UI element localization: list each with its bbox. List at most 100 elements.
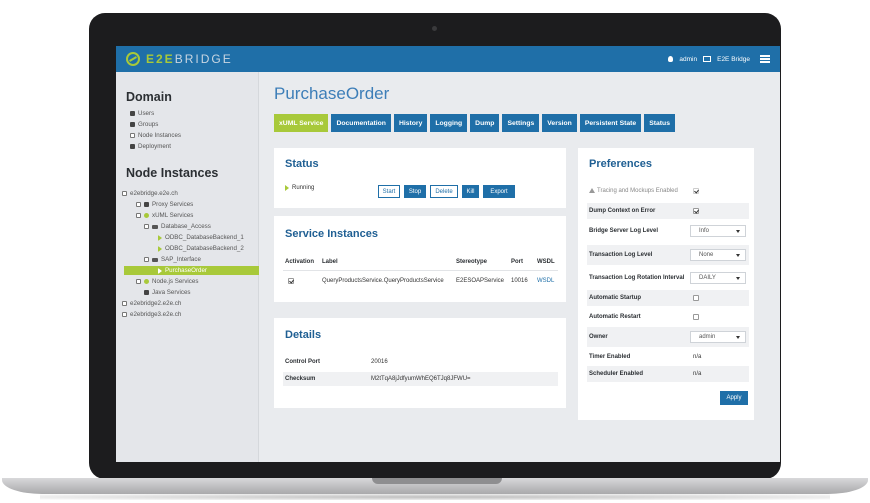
tab-history[interactable]: History	[393, 114, 428, 132]
tree-node-odbc-2[interactable]: ODBC_DatabaseBackend_2	[158, 245, 244, 252]
apply-button[interactable]: Apply	[720, 391, 748, 405]
hamburger-menu-icon[interactable]	[760, 55, 770, 63]
control-port-value: 20016	[371, 359, 388, 365]
dump-context-checkbox[interactable]	[693, 208, 699, 214]
tab-status[interactable]: Status	[644, 114, 675, 132]
pref-scheduler-enabled: Scheduler Enabled	[589, 371, 644, 377]
tree-node-sap-interface[interactable]: SAP_Interface	[144, 256, 201, 263]
sidebar-item-deployment[interactable]: Deployment	[130, 143, 171, 150]
sidebar-item-groups[interactable]: Groups	[130, 121, 158, 128]
sidebar-item-node-instances[interactable]: Node Instances	[130, 132, 181, 139]
tree-node-proxy[interactable]: Proxy Services	[136, 201, 193, 208]
tree-label: Proxy Services	[152, 201, 194, 208]
col-activation: Activation	[285, 259, 315, 265]
play-icon	[158, 267, 162, 274]
automatic-restart-checkbox[interactable]	[693, 314, 699, 320]
tab-persistent-state[interactable]: Persistent State	[579, 114, 642, 132]
folder-icon	[152, 257, 158, 262]
gear-icon	[144, 213, 149, 218]
camera-dot	[432, 26, 437, 31]
pref-transaction-log-level: Transaction Log Level	[589, 252, 653, 258]
select-value: DAILY	[699, 275, 716, 281]
log-rotation-select[interactable]: DAILY	[690, 272, 746, 284]
tab-version[interactable]: Version	[542, 114, 577, 132]
sidebar-item-label: Node Instances	[138, 132, 181, 139]
tab-dump[interactable]: Dump	[470, 114, 500, 132]
service-instances-panel: Service Instances Activation Label Stere…	[274, 216, 566, 302]
activation-checkbox[interactable]	[288, 278, 294, 284]
pref-automatic-restart: Automatic Restart	[589, 314, 641, 320]
delete-button[interactable]: Delete	[430, 185, 458, 198]
automatic-startup-checkbox[interactable]	[693, 295, 699, 301]
tracing-checkbox[interactable]	[693, 188, 699, 194]
scheduler-enabled-value: n/a	[693, 371, 702, 377]
details-panel: Details Control Port 20016 Checksum M2tT…	[274, 318, 566, 408]
instance-label: QueryProductsService.QueryProductsServic…	[322, 278, 444, 284]
tree-node-purchaseorder[interactable]: PurchaseOrder	[158, 267, 207, 274]
tab-bar: xUML Service Documentation History Loggi…	[274, 114, 675, 132]
table-divider	[283, 270, 558, 271]
pref-server-log-level: Bridge Server Log Level	[589, 228, 659, 234]
tree-label: e2ebridge2.e2e.ch	[130, 300, 182, 307]
tree-node-host-3[interactable]: e2ebridge3.e2e.ch	[122, 311, 181, 318]
tab-documentation[interactable]: Documentation	[331, 114, 391, 132]
running-icon	[285, 185, 289, 191]
start-button[interactable]: Start	[378, 185, 400, 198]
tab-settings[interactable]: Settings	[502, 114, 540, 132]
warning-icon	[589, 188, 595, 193]
status-indicator: Running	[285, 185, 314, 191]
pref-timer-enabled: Timer Enabled	[589, 354, 631, 360]
proxy-icon	[144, 202, 149, 207]
wsdl-link[interactable]: WSDL	[537, 278, 554, 284]
tree-label: ODBC_DatabaseBackend_2	[165, 245, 244, 252]
instance-menu[interactable]: E2E Bridge	[717, 56, 750, 63]
collapse-icon	[144, 224, 149, 229]
tree-label: SAP_Interface	[161, 256, 201, 263]
java-icon	[144, 290, 149, 295]
play-icon	[158, 234, 162, 241]
tab-logging[interactable]: Logging	[430, 114, 468, 132]
chevron-down-icon	[736, 254, 740, 257]
col-stereotype: Stereotype	[456, 259, 488, 265]
user-icon	[130, 111, 135, 116]
user-menu[interactable]: admin	[679, 56, 697, 63]
pref-automatic-startup: Automatic Startup	[589, 295, 642, 301]
sidebar-item-label: Users	[138, 110, 155, 117]
nodejs-icon	[144, 279, 149, 284]
sidebar-item-users[interactable]: Users	[130, 110, 154, 117]
kill-button[interactable]: Kill	[462, 185, 479, 198]
export-button[interactable]: Export	[483, 185, 515, 198]
logo-icon	[126, 52, 140, 66]
tree-label: ODBC_DatabaseBackend_1	[165, 234, 244, 241]
tree-label: Java Services	[152, 289, 191, 296]
node-instances-heading: Node Instances	[126, 166, 219, 180]
tree-node-java[interactable]: Java Services	[144, 289, 191, 296]
laptop-base	[2, 478, 868, 494]
preferences-title: Preferences	[589, 158, 652, 170]
select-value: admin	[699, 334, 716, 340]
tree-node-host[interactable]: e2ebridge.e2e.ch	[122, 190, 178, 197]
folder-icon	[152, 224, 158, 229]
expand-icon	[136, 202, 141, 207]
tree-node-xuml[interactable]: xUML Services	[136, 212, 193, 219]
user-icon	[668, 56, 674, 62]
tree-node-host-2[interactable]: e2ebridge2.e2e.ch	[122, 300, 181, 307]
owner-select[interactable]: admin	[690, 331, 746, 343]
tree-node-database-access[interactable]: Database_Access	[144, 223, 211, 230]
transaction-log-level-select[interactable]: None	[690, 249, 746, 261]
col-label: Label	[322, 259, 338, 265]
tree-label: e2ebridge3.e2e.ch	[130, 311, 182, 318]
tree-label: Database_Access	[161, 223, 211, 230]
stop-button[interactable]: Stop	[404, 185, 426, 198]
tree-node-nodejs[interactable]: Node.js Services	[136, 278, 198, 285]
app-logo[interactable]: E2EBRIDGE	[146, 52, 233, 66]
tree-node-odbc-1[interactable]: ODBC_DatabaseBackend_1	[158, 234, 244, 241]
app-screen: E2EBRIDGE admin E2E Bridge Domain Users …	[116, 46, 780, 462]
collapse-icon	[144, 257, 149, 262]
deployment-icon	[130, 144, 135, 149]
instance-port: 10016	[511, 278, 528, 284]
service-instances-title: Service Instances	[285, 228, 378, 240]
server-log-level-select[interactable]: Info	[690, 225, 746, 237]
domain-heading: Domain	[126, 90, 172, 104]
tab-xuml-service[interactable]: xUML Service	[274, 114, 329, 132]
